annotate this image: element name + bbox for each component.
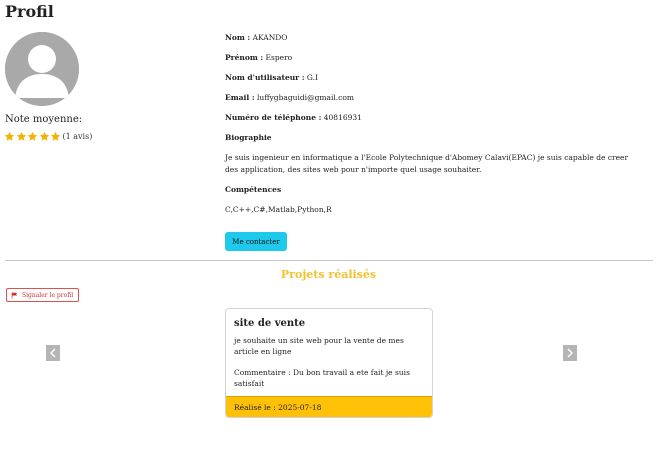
flag-icon	[11, 291, 18, 299]
page-title: Profil	[5, 2, 54, 21]
project-card: site de vente je souhaite un site web po…	[225, 308, 433, 418]
projects-heading: Projets réalisés	[280, 268, 377, 281]
section-divider	[5, 260, 653, 261]
star-rating: (1 avis)	[4, 131, 92, 142]
chevron-right-icon	[567, 348, 573, 358]
rating-count: (1 avis)	[62, 132, 93, 141]
report-profile-label: Signaler le profil	[22, 291, 74, 299]
project-comment: Commentaire : Du bon travail a ete fait …	[234, 368, 410, 388]
profile-username: Nom d'utilisateur : G.I	[225, 73, 318, 82]
carousel-next-button[interactable]	[563, 345, 577, 361]
project-description: je souhaite un site web pour la vente de…	[234, 336, 404, 356]
star-icon	[27, 131, 38, 142]
star-icon	[16, 131, 27, 142]
bio-text: Je suis ingenieur en informatique a l'Ec…	[225, 153, 629, 174]
project-title: site de vente	[234, 318, 306, 329]
carousel-prev-button[interactable]	[46, 345, 60, 361]
project-completed-date: Réalisé le : 2025-07-18	[226, 396, 432, 417]
skills-text: C,C++,C#,Matlab,Python,R	[225, 205, 332, 214]
bio-heading: Biographie	[225, 133, 272, 142]
profile-phone: Numéro de téléphone : 40816931	[225, 113, 362, 122]
rating-label: Note moyenne:	[5, 114, 83, 125]
user-avatar-icon	[5, 32, 79, 106]
profile-email: Email : luffygbaguidi@gmail.com	[225, 93, 354, 102]
contact-button[interactable]: Me contacter	[225, 232, 287, 251]
skills-heading: Compétences	[225, 185, 282, 194]
star-icon	[4, 131, 15, 142]
profile-lastname: Nom : AKANDO	[225, 33, 288, 42]
chevron-left-icon	[50, 348, 56, 358]
report-profile-button[interactable]: Signaler le profil	[6, 288, 79, 302]
profile-firstname: Prénom : Espero	[225, 53, 293, 62]
star-icon	[50, 131, 61, 142]
star-icon	[39, 131, 50, 142]
